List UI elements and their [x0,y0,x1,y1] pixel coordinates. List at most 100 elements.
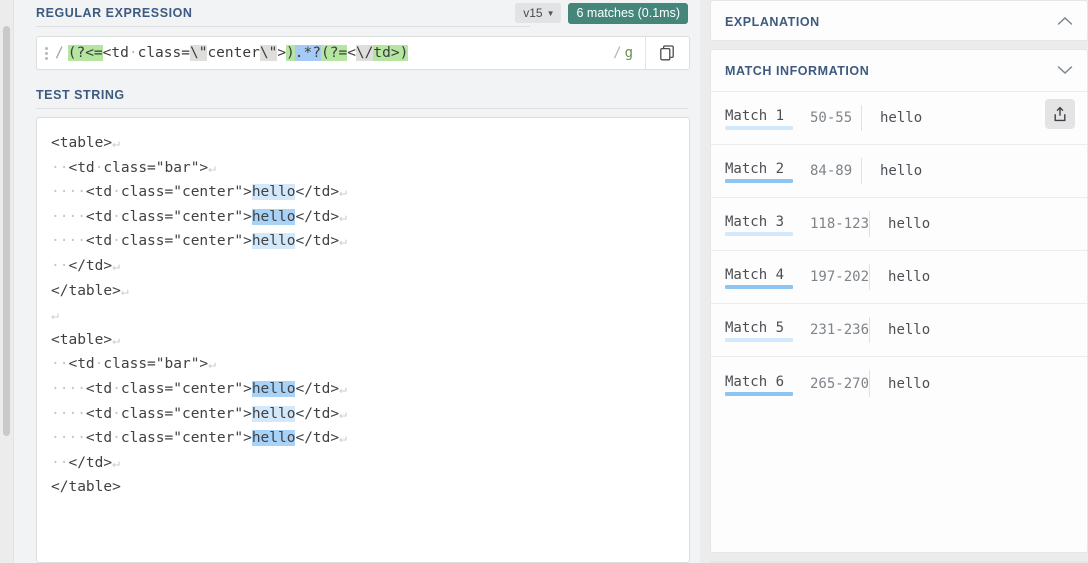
code-segment: </td> [295,380,340,397]
match-value: hello [888,375,931,392]
regex-close-delimiter: / [613,45,622,61]
match-information-title: MATCH INFORMATION [725,64,870,78]
regex-token-1: <td [102,45,129,61]
match-label[interactable]: Match 4 [725,267,793,289]
match-highlight: hello [251,208,296,225]
flavor-version-label: v15 [523,6,543,20]
code-segment: class="center"> [120,208,252,225]
test-string-line: </table>↵ [51,279,675,304]
match-value: hello [888,269,931,285]
code-segment: ↵ [112,455,120,471]
regex-token-7: > [277,45,287,61]
code-segment: class="bar"> [103,356,209,373]
code-segment: ···· [51,184,86,201]
code-segment: ···· [51,208,86,225]
regex-token-11: < [347,45,356,61]
code-segment: class="center"> [120,233,252,250]
code-segment: </table> [51,282,121,299]
code-segment: ↵ [339,406,347,422]
code-segment: ···· [51,233,86,250]
test-string-line: ····<td·class="center">hello</td>↵ [51,402,675,427]
code-segment: ↵ [112,136,120,151]
code-segment: ···· [51,430,86,447]
test-string-line: ····<td·class="center">hello</td>↵ [51,180,675,205]
drag-handle-icon[interactable] [37,37,53,69]
match-highlight: hello [251,233,296,250]
code-segment: <td [85,208,113,225]
match-label[interactable]: Match 3 [725,214,793,236]
regex-token-9: .*? [294,45,321,61]
match-row[interactable]: Match 3 118-123 hello [711,198,1087,251]
regex-token-6: \" [259,45,278,61]
explanation-panel: EXPLANATION [710,0,1088,41]
code-segment: <td [85,380,113,397]
code-segment: </td> [295,233,340,250]
code-segment: </td> [68,257,113,274]
code-segment: · [112,184,121,201]
test-string-line: ··<td·class="bar">↵ [51,352,675,377]
match-range: 50-55 [810,110,853,126]
copy-icon[interactable] [645,37,689,69]
match-row[interactable]: Match 2 84-89 hello [711,145,1087,198]
code-segment: ·· [51,257,69,274]
match-highlight: hello [251,405,296,422]
regex-token-10: (?= [320,45,348,61]
test-string-line: ····<td·class="center">hello</td>↵ [51,229,675,254]
code-segment: <td [85,233,113,250]
test-string-line: ····<td·class="center">hello</td>↵ [51,377,675,402]
match-label[interactable]: Match 6 [725,374,793,396]
match-label[interactable]: Match 1 [725,108,793,130]
code-segment: ↵ [339,234,347,250]
code-segment: <table> [51,135,113,151]
match-value: hello [880,110,923,126]
export-icon[interactable] [1045,99,1075,129]
chevron-up-icon[interactable] [1057,13,1073,31]
regex-pattern-input[interactable]: (?<= <td · class= \" center \" >) .*? (?= < \/td>) [66,37,605,69]
match-row[interactable]: Match 5 231-236 hello [711,304,1087,357]
code-segment: <td [85,430,113,447]
match-label[interactable]: Match 2 [725,161,793,183]
code-segment: <td [85,184,113,201]
code-segment: · [112,208,121,225]
match-range: 84-89 [810,163,853,179]
regex-input-row[interactable]: / (?<= <td · class= \" center \" >) .*? (?= < \/td>… [36,36,690,70]
match-label[interactable]: Match 5 [725,320,793,342]
code-segment: </td> [295,405,340,422]
explanation-panel-header[interactable]: EXPLANATION [711,1,1087,40]
code-segment: <td [68,159,95,176]
regex-token-12: \/ [355,45,374,61]
code-segment: class="center"> [120,184,252,201]
test-string-editor[interactable]: <table>↵ ··<td·class="bar">↵ ····<td·class… [36,117,690,563]
code-segment: <td [68,356,95,373]
match-value: hello [880,163,923,179]
regex-open-delimiter: / [55,45,64,61]
code-segment: class="center"> [120,380,252,397]
code-segment: ···· [51,380,86,397]
match-range: 231-236 [810,322,870,338]
code-segment: · [112,405,121,422]
test-string-section-header: TEST STRING [24,84,690,106]
regex-token-4: \" [189,45,208,61]
code-segment: ·· [51,159,69,176]
match-range: 118-123 [810,216,870,232]
code-segment: class="center"> [120,430,252,447]
regex-token-13: td> [373,45,400,61]
test-string-line: ↵ [51,303,675,328]
test-string-line: ··</td>↵ [51,254,675,279]
test-string-header-divider [36,108,688,109]
match-row[interactable]: Match 4 197-202 hello [711,251,1087,304]
match-value: hello [888,216,931,232]
code-segment: ↵ [339,431,347,447]
flavor-version-button[interactable]: v15 ▼ [515,3,562,23]
regex-flags-area[interactable]: / g [605,37,645,69]
chevron-down-icon[interactable] [1057,62,1073,80]
match-row[interactable]: Match 1 50-55 hello [711,92,1087,145]
match-information-header[interactable]: MATCH INFORMATION [711,50,1087,92]
code-segment: ↵ [208,160,216,176]
regex-token-0: (?<= [67,45,103,61]
match-row[interactable]: Match 6 265-270 hello [711,357,1087,410]
code-segment: ···· [51,405,86,422]
page-scrollbar[interactable] [0,0,14,563]
test-string-line: <table>↵ [51,328,675,353]
page-scrollbar-thumb[interactable] [3,26,10,436]
